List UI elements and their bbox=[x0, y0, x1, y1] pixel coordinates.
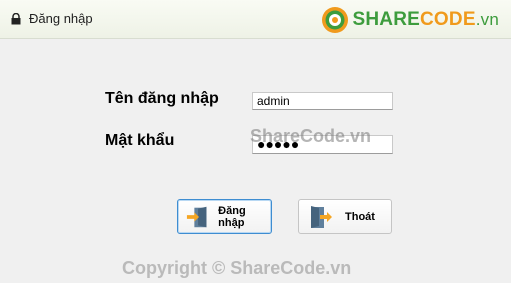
username-input[interactable]: admin bbox=[252, 92, 393, 110]
exit-button[interactable]: Thoát bbox=[298, 199, 392, 234]
exit-button-label: Thoát bbox=[345, 210, 375, 223]
exit-door-icon bbox=[311, 205, 332, 228]
login-button-label: Đăng nhập bbox=[218, 204, 246, 229]
sharecode-logo-icon bbox=[321, 7, 348, 33]
watermark-copyright: Copyright © ShareCode.vn bbox=[122, 258, 352, 278]
password-label: Mật khẩu bbox=[105, 132, 175, 149]
title-bar: Đăng nhập SHARECODE.vn bbox=[0, 0, 511, 39]
window-title: Đăng nhập bbox=[29, 11, 93, 26]
brand-name: SHARECODE.vn bbox=[352, 9, 499, 30]
login-button[interactable]: Đăng nhập bbox=[177, 199, 272, 234]
login-door-icon bbox=[186, 206, 207, 227]
watermark-top: ShareCode.vn bbox=[250, 126, 372, 146]
username-label: Tên đăng nhập bbox=[105, 90, 219, 107]
brand-logo: SHARECODE.vn bbox=[321, 6, 500, 34]
login-window: Đăng nhập SHARECODE.vn Tên đăng nhập adm… bbox=[0, 0, 511, 283]
lock-icon bbox=[11, 13, 21, 25]
